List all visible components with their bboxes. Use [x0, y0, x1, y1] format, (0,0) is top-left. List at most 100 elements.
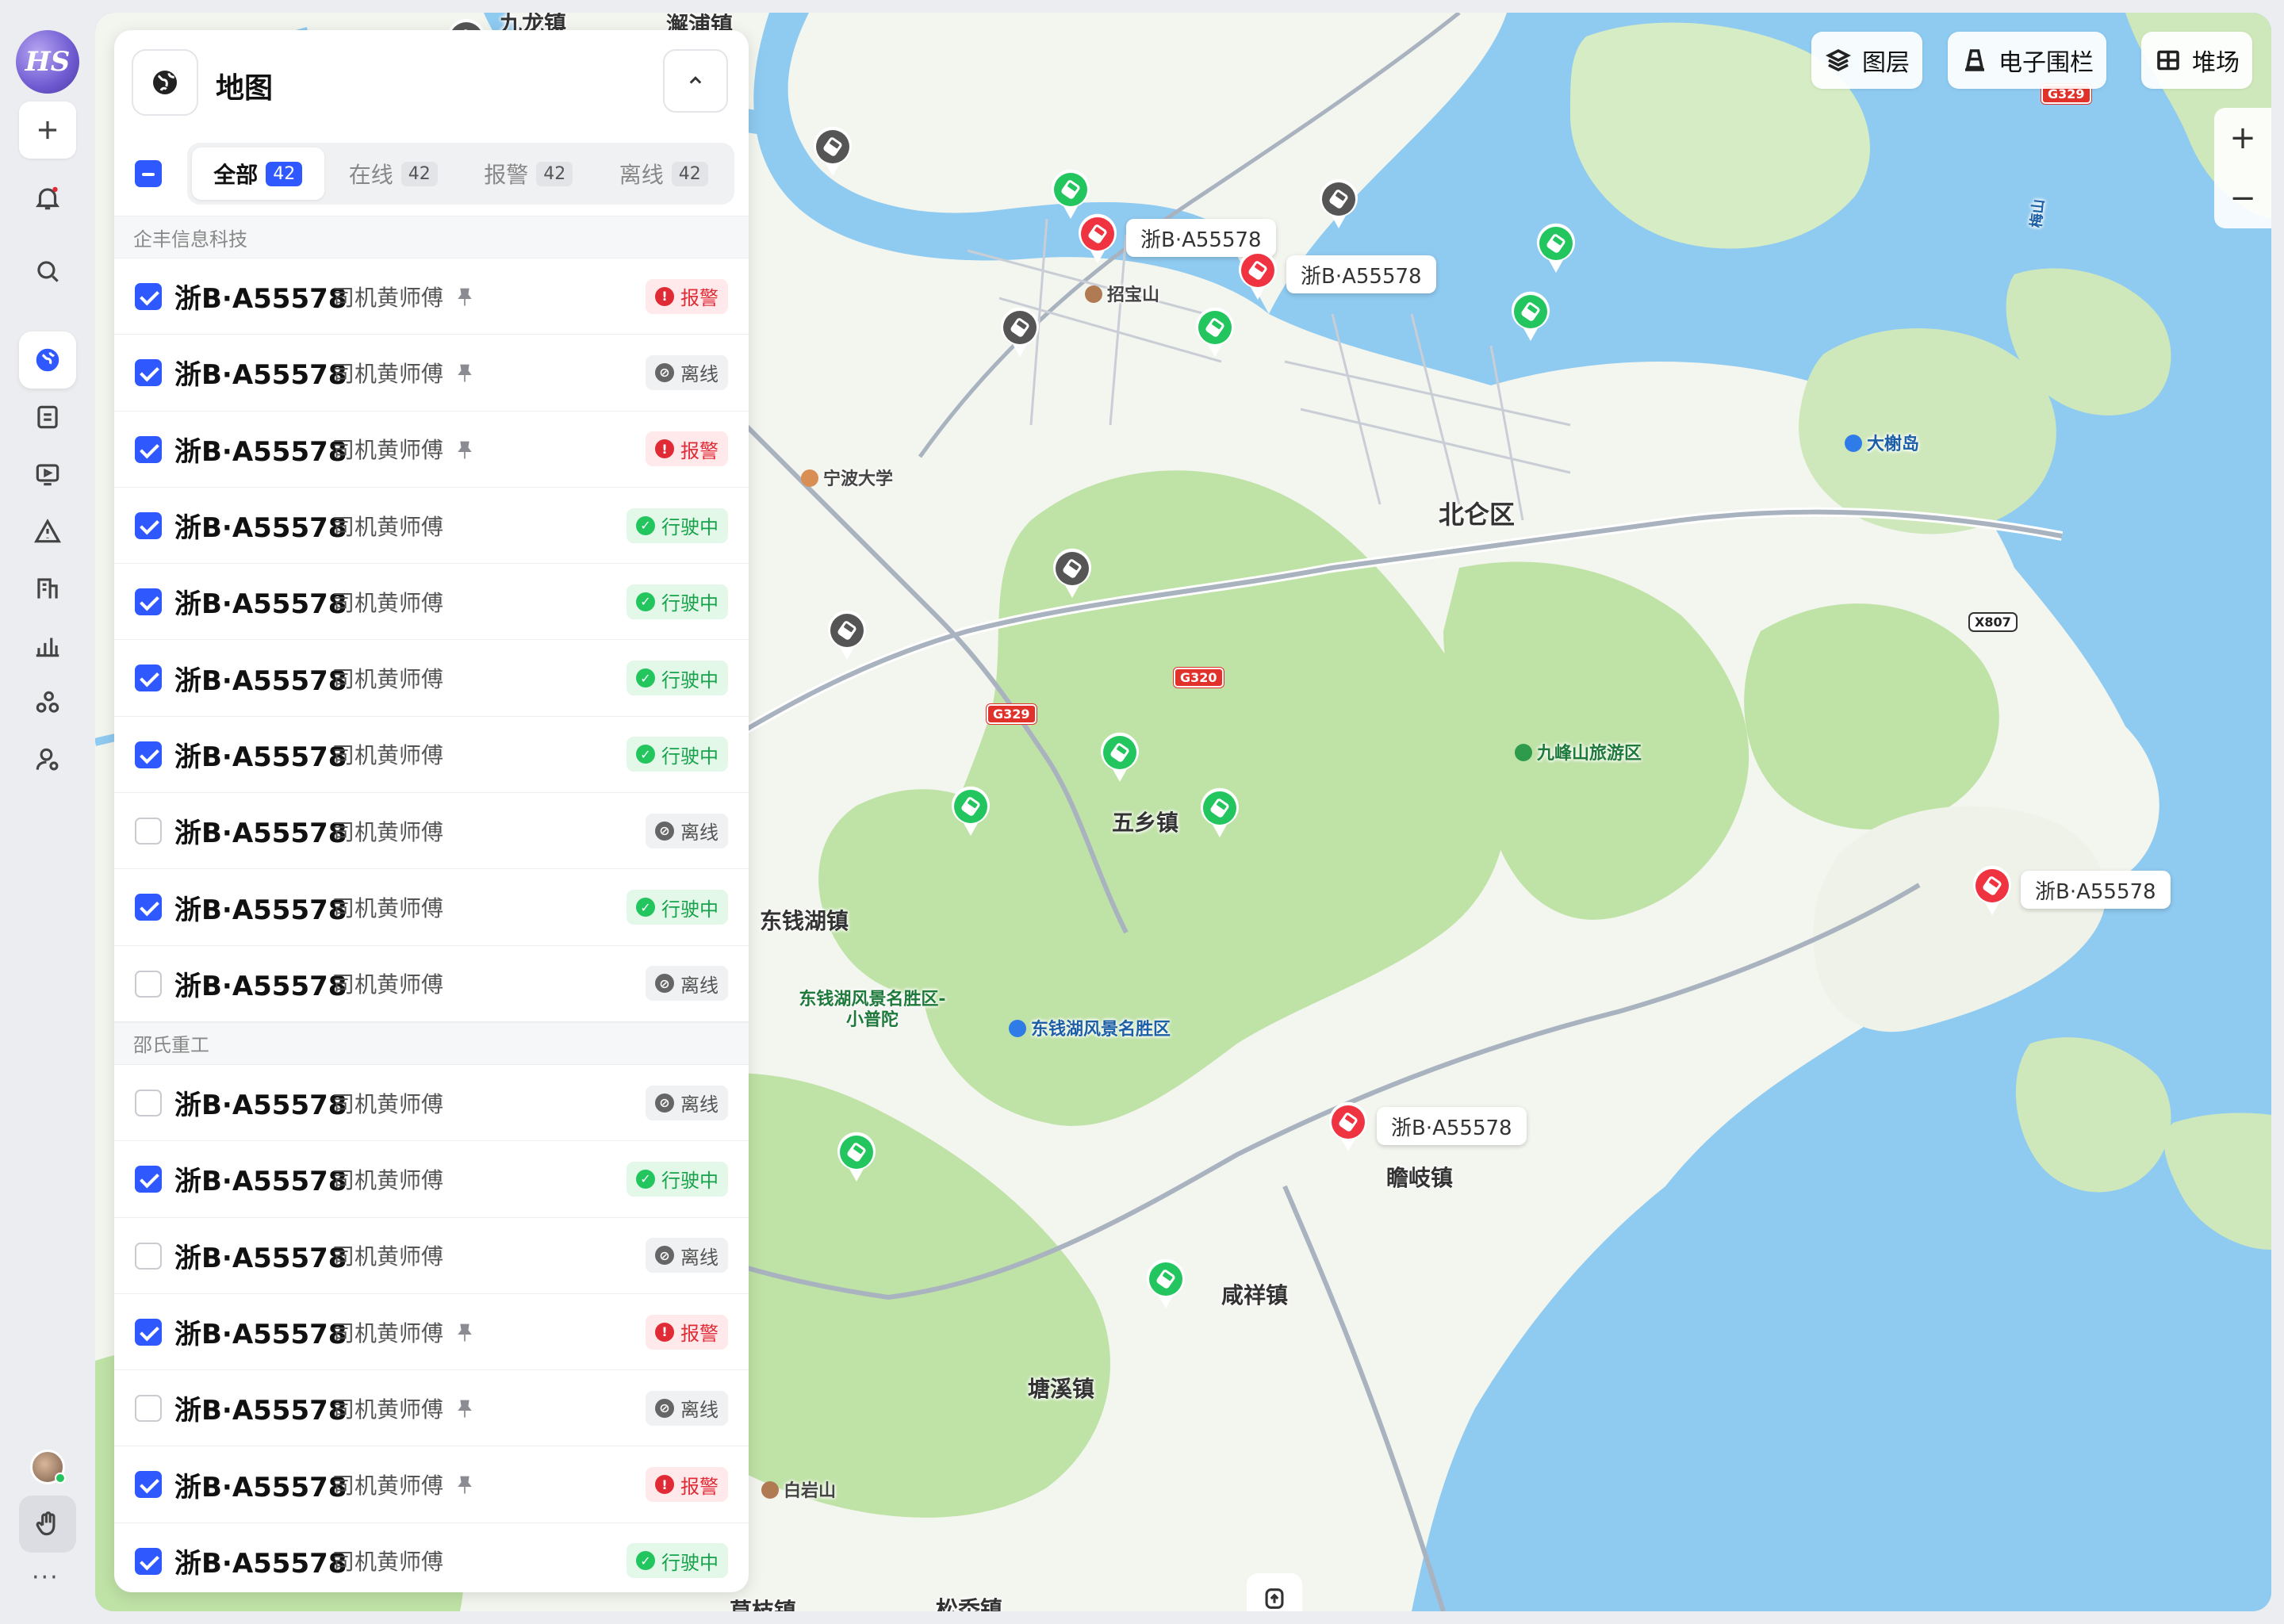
row-checkbox[interactable]: [135, 435, 162, 463]
zoom-out-button[interactable]: −: [2229, 180, 2256, 216]
pin-icon[interactable]: [454, 285, 476, 309]
alerts-button[interactable]: [19, 170, 76, 227]
tab-offline[interactable]: 离线 42: [598, 147, 730, 200]
vehicle-row[interactable]: 浙B·A55578 司机黄师傅! 报警: [114, 259, 749, 335]
vehicle-marker-alarm[interactable]: [1076, 213, 1119, 265]
search-button[interactable]: [19, 243, 76, 300]
orders-nav-button[interactable]: [19, 389, 76, 446]
vehicle-marker-online[interactable]: [1198, 787, 1241, 839]
pin-icon[interactable]: [454, 1397, 476, 1421]
warnings-nav-button[interactable]: [19, 503, 76, 560]
vehicle-row[interactable]: 浙B·A55578 司机黄师傅 ✓ 行驶中: [114, 717, 749, 794]
vehicle-marker-online[interactable]: [1098, 731, 1141, 783]
vehicle-row[interactable]: 浙B·A55578 司机黄师傅 ✓ 行驶中: [114, 488, 749, 565]
layers-button[interactable]: 图层: [1811, 32, 1922, 89]
add-button[interactable]: [19, 102, 76, 159]
vehicle-list: 企丰信息科技 浙B·A55578 司机黄师傅! 报警 浙B·A55578 司机黄师傅 ⊘ 离线…: [114, 216, 749, 1592]
row-checkbox[interactable]: [135, 359, 162, 387]
row-checkbox[interactable]: [135, 1242, 162, 1270]
geofence-button[interactable]: 电子围栏: [1948, 32, 2106, 89]
vehicle-row[interactable]: 浙B·A55578 司机黄师傅 ✓ 行驶中: [114, 564, 749, 641]
driver-name: 司机黄师傅: [332, 360, 444, 387]
pin-icon[interactable]: [454, 1473, 476, 1497]
select-all-checkbox[interactable]: [135, 160, 162, 187]
vehicle-marker-alarm[interactable]: [1971, 864, 2014, 917]
vehicle-row[interactable]: 浙B·A55578 司机黄师傅 ✓ 行驶中: [114, 869, 749, 946]
vehicle-plate-tag[interactable]: 浙B·A55578: [1377, 1107, 1527, 1145]
vehicle-row[interactable]: 浙B·A55578 司机黄师傅! 报警: [114, 1294, 749, 1371]
row-checkbox[interactable]: [135, 283, 162, 310]
vehicle-marker-offline[interactable]: [811, 125, 854, 178]
building-icon: [37, 578, 58, 599]
row-checkbox[interactable]: [135, 665, 162, 692]
vehicle-plate-tag[interactable]: 浙B·A55578: [1286, 255, 1436, 293]
user-settings-icon: [36, 748, 59, 771]
collapse-button[interactable]: [663, 49, 728, 113]
pan-tool-button[interactable]: [19, 1496, 76, 1553]
vehicle-marker-alarm[interactable]: [1327, 1101, 1370, 1153]
status-alarm-icon: !: [655, 1475, 674, 1495]
row-checkbox[interactable]: [135, 970, 162, 998]
place-label: 咸祥镇: [1221, 1282, 1289, 1308]
row-checkbox[interactable]: [135, 1166, 162, 1193]
group-header: 企丰信息科技: [114, 216, 749, 259]
vehicle-row[interactable]: 浙B·A55578 司机黄师傅 ✓ 行驶中: [114, 1523, 749, 1592]
reports-nav-button[interactable]: [19, 617, 76, 674]
row-checkbox[interactable]: [135, 511, 162, 539]
vehicle-marker-online[interactable]: [1535, 222, 1577, 274]
users-nav-button[interactable]: [19, 731, 76, 788]
vehicle-marker-online[interactable]: [1144, 1258, 1187, 1310]
vehicles-nav-button[interactable]: [19, 560, 76, 617]
tab-alarm[interactable]: 报警 42: [462, 147, 595, 200]
vehicle-plate-tag[interactable]: 浙B·A55578: [2021, 871, 2171, 909]
vehicle-marker-offline[interactable]: [1051, 547, 1094, 599]
vehicle-marker-online[interactable]: [949, 785, 992, 837]
vehicle-marker-offline[interactable]: [826, 609, 868, 661]
expand-bottom-button[interactable]: [1247, 1573, 1302, 1611]
group-header: 邵氏重工: [114, 1021, 749, 1065]
vehicle-row[interactable]: 浙B·A55578 司机黄师傅 ⊘ 离线: [114, 946, 749, 1022]
more-icon[interactable]: ···: [32, 1564, 59, 1591]
vehicle-row[interactable]: 浙B·A55578 司机黄师傅 ✓ 行驶中: [114, 1141, 749, 1218]
row-checkbox[interactable]: [135, 1395, 162, 1423]
vehicle-row[interactable]: 浙B·A55578 司机黄师傅 ⊘ 离线: [114, 1065, 749, 1142]
row-checkbox[interactable]: [135, 1547, 162, 1575]
warning-icon: [34, 519, 61, 543]
vehicle-row[interactable]: 浙B·A55578 司机黄师傅 ⊘ 离线: [114, 1370, 749, 1447]
fleet-nav-button[interactable]: [19, 674, 76, 731]
app-logo[interactable]: HS: [16, 30, 79, 94]
vehicle-marker-offline[interactable]: [1317, 178, 1360, 230]
yard-button[interactable]: 堆场: [2141, 32, 2252, 89]
monitor-nav-button[interactable]: [19, 446, 76, 503]
pin-icon[interactable]: [454, 439, 476, 462]
vehicle-row[interactable]: 浙B·A55578 司机黄师傅 ✓ 行驶中: [114, 640, 749, 717]
vehicle-row[interactable]: 浙B·A55578 司机黄师傅 ⊘ 离线: [114, 335, 749, 412]
row-checkbox[interactable]: [135, 588, 162, 616]
plate-number: 浙B·A55578: [174, 435, 347, 468]
status-label: 离线: [680, 1399, 719, 1422]
pin-icon[interactable]: [454, 1321, 476, 1345]
row-checkbox[interactable]: [135, 1471, 162, 1499]
vehicle-marker-offline[interactable]: [998, 306, 1041, 358]
vehicle-marker-online[interactable]: [1509, 290, 1552, 343]
tab-all[interactable]: 全部 42: [192, 147, 324, 200]
row-checkbox[interactable]: [135, 741, 162, 768]
vehicle-row[interactable]: 浙B·A55578 司机黄师傅! 报警: [114, 412, 749, 488]
row-checkbox[interactable]: [135, 818, 162, 845]
tab-online[interactable]: 在线 42: [328, 147, 460, 200]
vehicle-row[interactable]: 浙B·A55578 司机黄师傅 ⊘ 离线: [114, 793, 749, 870]
road-shield: X807: [1970, 614, 2016, 630]
vehicle-row[interactable]: 浙B·A55578 司机黄师傅 ⊘ 离线: [114, 1218, 749, 1294]
map-nav-button[interactable]: [19, 331, 76, 389]
vehicle-marker-online[interactable]: [835, 1131, 878, 1183]
row-checkbox[interactable]: [135, 1318, 162, 1346]
user-avatar[interactable]: [30, 1450, 66, 1484]
row-checkbox[interactable]: [135, 1089, 162, 1116]
truck-pin-icon: [1973, 865, 2011, 915]
zoom-in-button[interactable]: +: [2229, 120, 2256, 156]
vehicle-marker-alarm[interactable]: [1236, 249, 1279, 301]
row-checkbox[interactable]: [135, 894, 162, 921]
pin-icon[interactable]: [454, 362, 476, 385]
vehicle-marker-online[interactable]: [1194, 306, 1236, 358]
vehicle-row[interactable]: 浙B·A55578 司机黄师傅! 报警: [114, 1446, 749, 1523]
